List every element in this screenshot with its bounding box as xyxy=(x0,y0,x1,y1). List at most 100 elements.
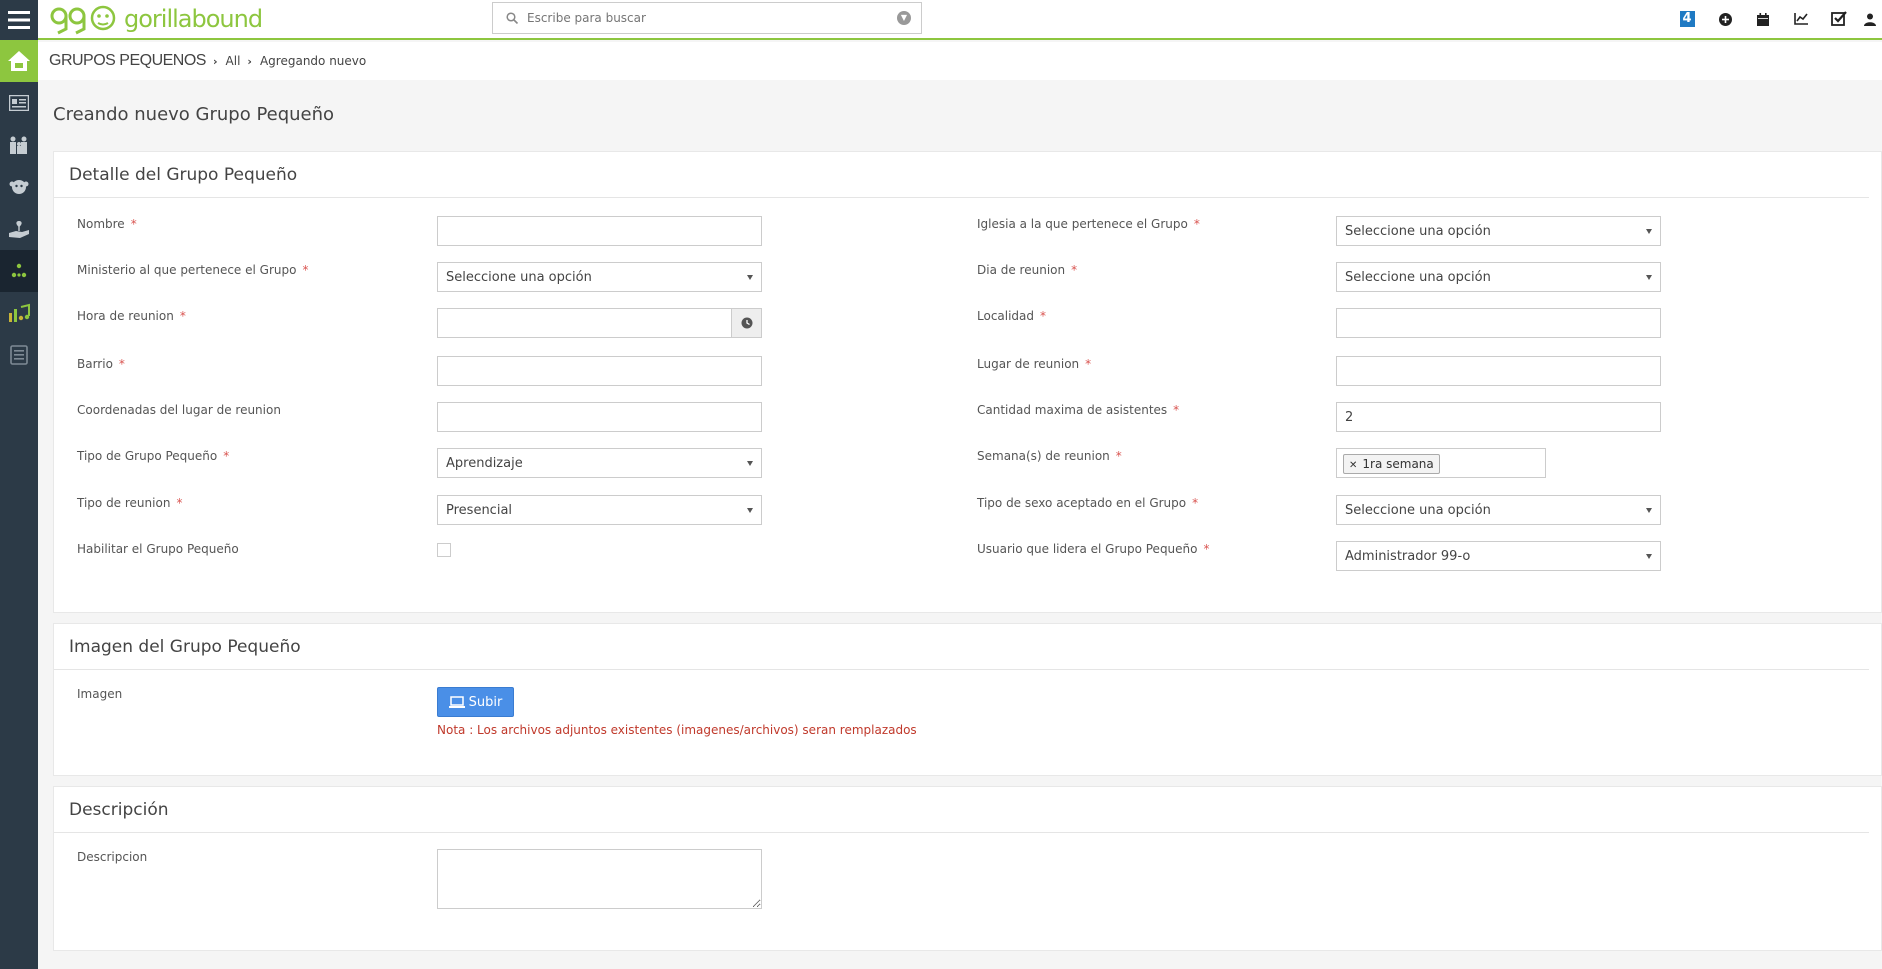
barrio-label: Barrio * xyxy=(77,357,125,371)
coordenadas-input[interactable] xyxy=(438,403,761,431)
sidebar-item-gorilla[interactable] xyxy=(0,166,38,208)
imagen-panel: Imagen del Grupo Pequeño Imagen Subir No… xyxy=(53,623,1882,776)
home-icon xyxy=(8,51,30,71)
descripcion-heading: Descripción xyxy=(54,787,1869,833)
chevron-right-icon: › xyxy=(247,54,252,68)
tasks-icon xyxy=(1831,11,1847,26)
caret-down-icon xyxy=(747,507,753,513)
ministerio-select[interactable]: Seleccione una opción xyxy=(437,262,762,292)
localidad-field[interactable] xyxy=(1336,308,1661,338)
remove-chip-icon[interactable]: ✕ xyxy=(1349,460,1357,471)
semanas-multiselect[interactable]: ✕ 1ra semana xyxy=(1336,448,1546,478)
add-button[interactable] xyxy=(1706,0,1744,38)
iglesia-select[interactable]: Seleccione una opción xyxy=(1336,216,1661,246)
imagen-heading: Imagen del Grupo Pequeño xyxy=(54,624,1869,670)
sidebar-item-lists[interactable] xyxy=(0,334,38,376)
tipo-grupo-label: Tipo de Grupo Pequeño * xyxy=(77,449,230,463)
calendar-button[interactable] xyxy=(1744,0,1782,38)
barrio-input[interactable] xyxy=(438,357,761,385)
nombre-input[interactable] xyxy=(438,217,761,245)
detail-panel: Detalle del Grupo Pequeño Nombre * Minist… xyxy=(53,151,1882,613)
descripcion-panel: Descripción Descripcion xyxy=(53,786,1882,951)
hamburger-menu-button[interactable] xyxy=(0,0,38,40)
notification-count-badge: 4 xyxy=(1679,11,1695,27)
user-menu-button[interactable] xyxy=(1858,0,1882,38)
semana-chip-label: 1ra semana xyxy=(1362,457,1434,471)
hand-plant-icon xyxy=(9,221,29,238)
chart-icon xyxy=(1794,13,1808,25)
brand-name: gorillabound xyxy=(124,5,263,33)
breadcrumb-module[interactable]: GRUPOS PEQUENOS xyxy=(49,52,206,70)
search-dropdown-icon[interactable]: ▼ xyxy=(897,11,911,25)
dia-value: Seleccione una opción xyxy=(1345,269,1491,285)
sidebar-item-contacts[interactable] xyxy=(0,82,38,124)
caret-down-icon xyxy=(747,274,753,280)
semana-chip: ✕ 1ra semana xyxy=(1343,454,1440,474)
usuario-select[interactable]: Administrador 99-o xyxy=(1336,541,1661,571)
descripcion-textarea[interactable] xyxy=(437,849,762,909)
caret-down-icon xyxy=(1646,274,1652,280)
dia-select[interactable]: Seleccione una opción xyxy=(1336,262,1661,292)
nombre-label: Nombre * xyxy=(77,217,137,231)
tipo-reunion-select[interactable]: Presencial xyxy=(437,495,762,525)
hamburger-icon xyxy=(8,11,30,29)
notifications-button[interactable]: 4 xyxy=(1668,0,1706,38)
tipo-grupo-select[interactable]: Aprendizaje xyxy=(437,448,762,478)
cantidad-input[interactable] xyxy=(1337,403,1660,431)
caret-down-icon xyxy=(1646,553,1652,559)
cantidad-field[interactable] xyxy=(1336,402,1661,432)
user-icon xyxy=(1864,13,1876,26)
hora-input[interactable] xyxy=(438,309,728,337)
usuario-label: Usuario que lidera el Grupo Pequeño * xyxy=(977,542,1210,556)
time-picker-button[interactable] xyxy=(731,309,761,337)
imagen-label: Imagen xyxy=(77,687,123,701)
dia-label: Dia de reunion * xyxy=(977,263,1078,277)
caret-down-icon xyxy=(1646,507,1652,513)
sexo-value: Seleccione una opción xyxy=(1345,502,1491,518)
family-icon xyxy=(10,136,27,154)
sidebar-item-families[interactable] xyxy=(0,124,38,166)
search-box[interactable]: ▼ xyxy=(492,2,922,34)
breadcrumb-all[interactable]: All xyxy=(226,54,241,68)
iglesia-value: Seleccione una opción xyxy=(1345,223,1491,239)
search-input[interactable] xyxy=(521,4,897,32)
add-icon xyxy=(1718,12,1732,26)
semanas-label: Semana(s) de reunion * xyxy=(977,449,1122,463)
logo[interactable]: gorillabound xyxy=(50,3,263,35)
hora-field[interactable] xyxy=(437,308,762,338)
localidad-input[interactable] xyxy=(1337,309,1660,337)
lugar-field[interactable] xyxy=(1336,356,1661,386)
nombre-field[interactable] xyxy=(437,216,762,246)
usuario-value: Administrador 99-o xyxy=(1345,548,1471,564)
reports-button[interactable] xyxy=(1782,0,1820,38)
barrio-field[interactable] xyxy=(437,356,762,386)
habilitar-checkbox[interactable] xyxy=(437,543,451,557)
tipo-reunion-label: Tipo de reunion * xyxy=(77,496,183,510)
coordenadas-label: Coordenadas del lugar de reunion xyxy=(77,403,281,417)
sidebar-item-home[interactable] xyxy=(0,40,38,82)
tasks-button[interactable] xyxy=(1820,0,1858,38)
sidebar xyxy=(0,0,38,969)
top-actions: 4 xyxy=(1668,0,1882,38)
calendar-icon xyxy=(1757,12,1769,26)
gorilla-icon xyxy=(9,180,29,194)
sidebar-item-media[interactable] xyxy=(0,292,38,334)
sexo-select[interactable]: Seleccione una opción xyxy=(1336,495,1661,525)
ministerio-label: Ministerio al que pertenece el Grupo * xyxy=(77,263,309,277)
tipo-grupo-value: Aprendizaje xyxy=(446,455,523,471)
coordenadas-field[interactable] xyxy=(437,402,762,432)
id-card-icon xyxy=(9,95,29,111)
lugar-input[interactable] xyxy=(1337,357,1660,385)
cantidad-label: Cantidad maxima de asistentes * xyxy=(977,403,1180,417)
upload-button[interactable]: Subir xyxy=(437,687,514,717)
breadcrumb-current: Agregando nuevo xyxy=(259,54,367,68)
tipo-reunion-value: Presencial xyxy=(446,502,513,518)
caret-down-icon xyxy=(747,460,753,466)
detail-heading: Detalle del Grupo Pequeño xyxy=(54,152,1869,198)
caret-down-icon xyxy=(1646,228,1652,234)
sidebar-item-donations[interactable] xyxy=(0,208,38,250)
clock-icon xyxy=(741,317,752,329)
localidad-label: Localidad * xyxy=(977,309,1047,323)
sexo-label: Tipo de sexo aceptado en el Grupo * xyxy=(977,496,1199,510)
sidebar-item-groups[interactable] xyxy=(0,250,38,292)
